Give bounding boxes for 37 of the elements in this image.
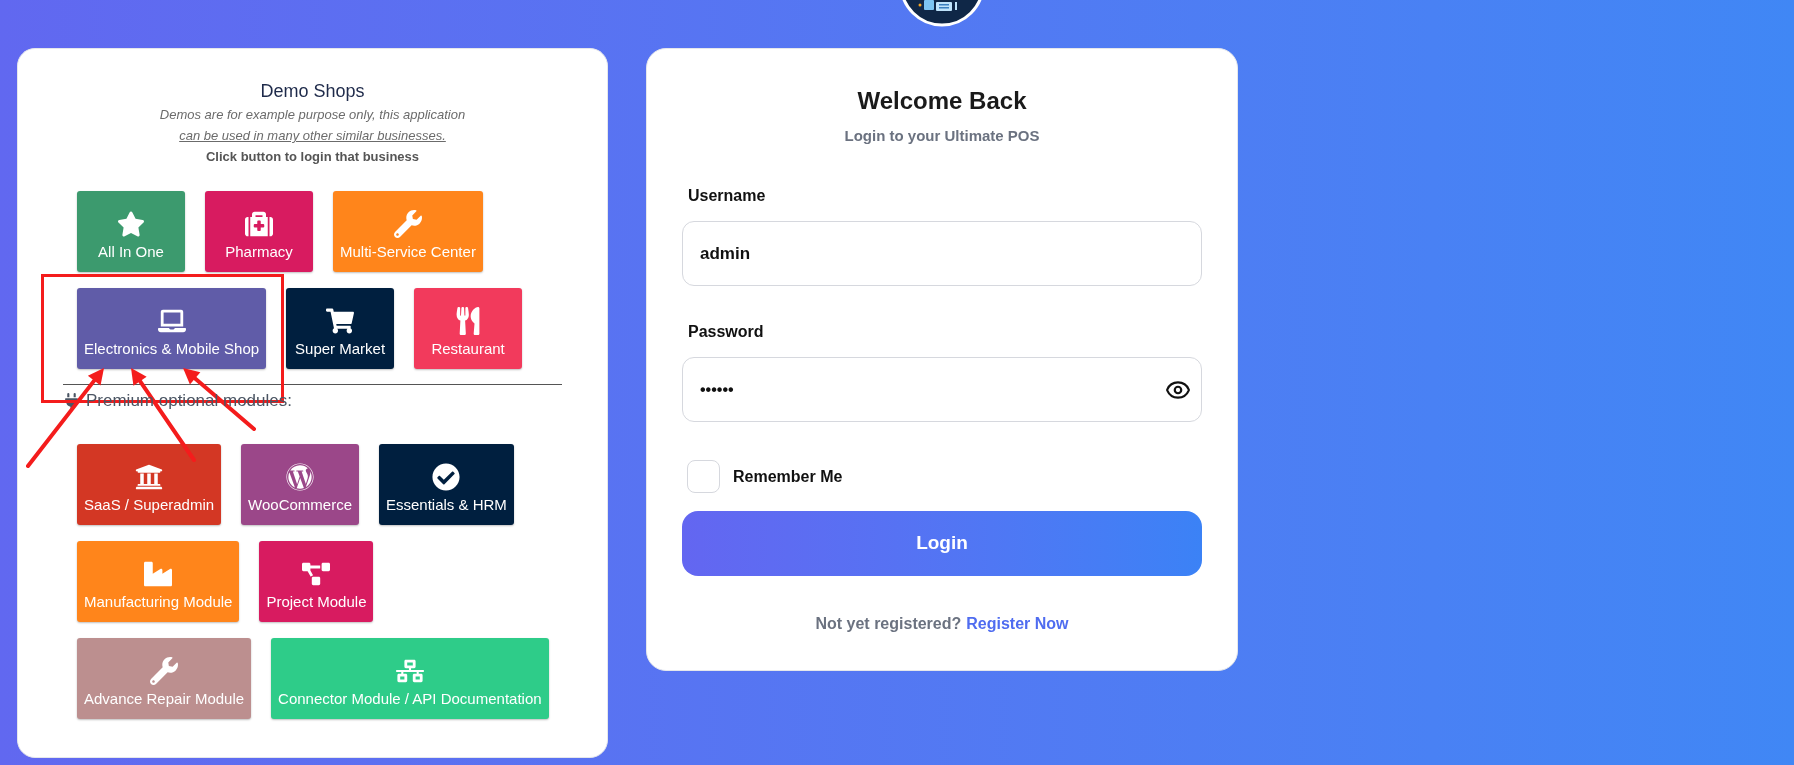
star-icon [117,210,145,238]
laptop-icon [157,307,186,335]
bank-icon [135,463,164,491]
wordpress-logo-icon [286,463,315,491]
instruction-text: Click button to login that business [204,148,421,166]
section-title: Demo Shops [259,80,366,102]
module-button[interactable]: WooCommerce [241,444,359,525]
demo-shop-button[interactable]: All In One [77,191,185,272]
password-field[interactable]: •••••• [682,357,1202,422]
register-prompt: Not yet registered? [815,614,962,634]
module-button[interactable]: Project Module [259,541,374,622]
plug-icon [63,392,80,410]
field-label: Username [687,186,767,206]
demo-shop-button[interactable]: Electronics & Mobile Shop [77,288,267,369]
checkbox-label[interactable]: Remember Me [733,465,843,488]
module-button[interactable]: Essentials & HRM [379,444,514,525]
demo-shop-button[interactable]: Restaurant [414,288,523,369]
module-button[interactable]: Advance Repair Module [77,638,252,719]
factory-icon [144,560,173,588]
login-subtitle: Login to your Ultimate POS [843,126,1041,146]
first-aid-kit-icon [245,210,273,238]
wrench-icon [393,210,422,238]
text-field[interactable]: admin [682,221,1202,286]
checkbox[interactable] [687,460,720,493]
note-link[interactable]: can be used in many other similar businesses. [179,128,446,143]
diagram-icon [302,560,331,588]
field-label: Password [687,322,765,342]
login-title: Welcome Back [856,86,1028,116]
login-button[interactable]: Login [682,511,1202,576]
demo-shop-button[interactable]: Pharmacy [205,191,313,272]
cart-icon [326,307,355,335]
module-button[interactable]: SaaS / Superadmin [77,444,222,525]
register-link[interactable]: Register Now [966,613,1069,635]
network-icon [395,657,424,685]
demo-note: Demos are for example purpose only, this application can be used in many other similar businesses. [158,106,467,145]
wrench-icon [150,657,179,685]
demo-shop-button[interactable]: Super Market [286,288,395,369]
